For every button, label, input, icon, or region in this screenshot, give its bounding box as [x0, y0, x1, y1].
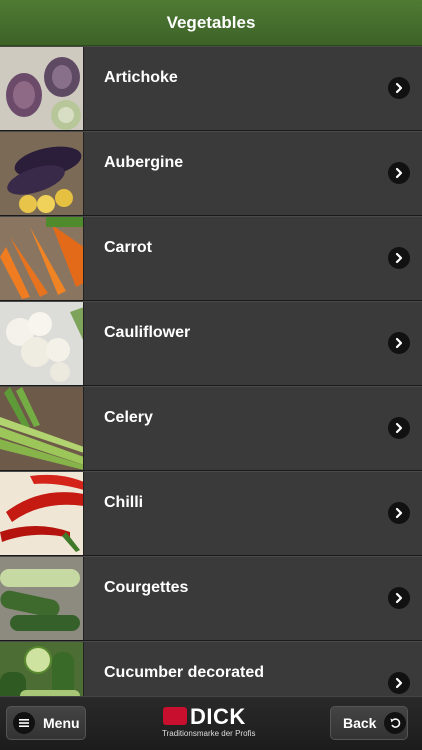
- chevron-right-icon[interactable]: [388, 672, 410, 694]
- chevron-right-icon[interactable]: [388, 77, 410, 99]
- logo-wordmark: DICK: [190, 704, 246, 729]
- item-label: Aubergine: [104, 154, 184, 171]
- chevron-right-icon[interactable]: [388, 417, 410, 439]
- item-label: Celery: [104, 409, 153, 426]
- list-item-aubergine[interactable]: Aubergine: [0, 131, 422, 216]
- chevron-right-icon[interactable]: [388, 247, 410, 269]
- item-label: Artichoke: [104, 69, 178, 86]
- item-label: Courgettes: [104, 579, 189, 596]
- carrot-thumbnail: [0, 217, 84, 300]
- aubergine-thumbnail: [0, 132, 84, 215]
- list-item-artichoke[interactable]: Artichoke: [0, 46, 422, 131]
- cucumber-decorated-thumbnail: [0, 642, 84, 696]
- brand-logo: DICK Traditionsmarke der Profis: [160, 704, 264, 745]
- chevron-right-icon[interactable]: [388, 587, 410, 609]
- list-item-celery[interactable]: Celery: [0, 386, 422, 471]
- chevron-right-icon[interactable]: [388, 162, 410, 184]
- undo-arrow-icon: [384, 712, 407, 734]
- menu-label: Menu: [43, 715, 80, 731]
- cauliflower-thumbnail: [0, 302, 84, 385]
- item-label: Carrot: [104, 239, 153, 256]
- chevron-right-icon[interactable]: [388, 502, 410, 524]
- bottom-toolbar: Menu DICK Traditionsmarke der Profis Bac…: [0, 696, 422, 750]
- vegetable-list: Artichoke Aubergine Carrot Cauliflower C…: [0, 46, 422, 696]
- header-bar: Vegetables: [0, 0, 422, 46]
- chilli-thumbnail: [0, 472, 84, 555]
- artichoke-thumbnail: [0, 47, 84, 130]
- chevron-right-icon[interactable]: [388, 332, 410, 354]
- back-button[interactable]: Back: [330, 706, 408, 740]
- list-item-chilli[interactable]: Chilli: [0, 471, 422, 556]
- list-item-carrot[interactable]: Carrot: [0, 216, 422, 301]
- menu-button[interactable]: Menu: [6, 706, 86, 740]
- back-label: Back: [343, 715, 377, 731]
- item-label: Cucumber decorated: [104, 664, 265, 681]
- logo-emblem: [163, 707, 187, 725]
- celery-thumbnail: [0, 387, 84, 470]
- list-item-courgettes[interactable]: Courgettes: [0, 556, 422, 641]
- list-item-cauliflower[interactable]: Cauliflower: [0, 301, 422, 386]
- item-label: Cauliflower: [104, 324, 191, 341]
- hamburger-icon: [13, 712, 35, 734]
- courgettes-thumbnail: [0, 557, 84, 640]
- page-title: Vegetables: [166, 12, 256, 32]
- item-label: Chilli: [104, 494, 144, 511]
- list-item-cucumber-decorated[interactable]: Cucumber decorated: [0, 641, 422, 696]
- logo-tagline: Traditionsmarke der Profis: [162, 729, 256, 738]
